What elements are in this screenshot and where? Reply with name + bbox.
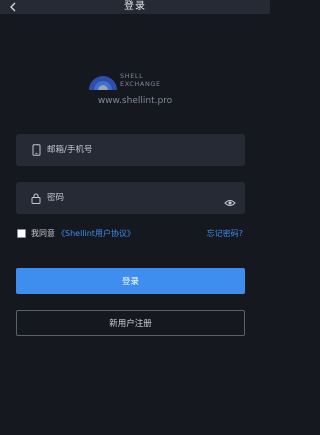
lock-icon [30, 192, 42, 204]
agree-label: 我同意 [31, 228, 55, 238]
brand-url: www.shellint.pro [97, 96, 173, 106]
password-input[interactable] [47, 193, 224, 203]
brand-logo: SHELL EXCHANGE [88, 70, 188, 94]
account-field[interactable] [16, 134, 245, 166]
phone-icon [30, 144, 42, 156]
page-title: 登录 [124, 1, 146, 12]
agree-checkbox[interactable] [17, 228, 26, 238]
account-input[interactable] [47, 145, 245, 155]
register-button[interactable]: 新用户注册 [16, 310, 245, 336]
password-field[interactable] [16, 182, 245, 214]
user-agreement-link[interactable]: 《Shellint用户协议》 [57, 228, 135, 239]
brand-line-2: EXCHANGE [120, 80, 161, 88]
eye-icon[interactable] [224, 193, 236, 206]
brand-wordmark: SHELL EXCHANGE [120, 72, 161, 88]
login-screen: 登录 SHELL EXCHANGE www.shellint.pro 我同意 《… [0, 0, 270, 435]
login-button[interactable]: 登录 [16, 268, 245, 294]
agreement-row: 我同意 《Shellint用户协议》 忘记密码? [17, 227, 247, 239]
shell-logo-icon [89, 76, 117, 90]
brand-line-1: SHELL [120, 72, 144, 80]
header-bar: 登录 [0, 0, 270, 14]
forgot-password-link[interactable]: 忘记密码? [207, 228, 243, 239]
